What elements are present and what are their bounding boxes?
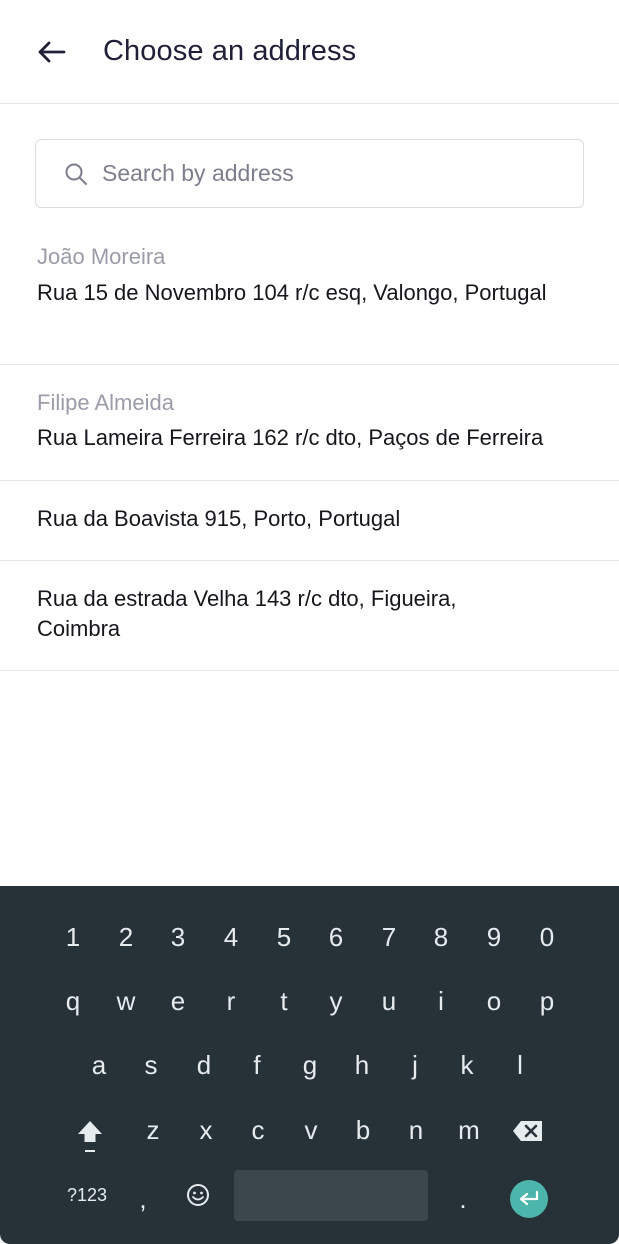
shift-icon: [78, 1121, 102, 1152]
key-w[interactable]: w: [100, 981, 152, 1021]
key-1[interactable]: 1: [47, 917, 99, 957]
key-o[interactable]: o: [468, 981, 520, 1021]
search-box[interactable]: [35, 139, 584, 208]
arrow-left-icon: [38, 41, 66, 63]
key-period[interactable]: .: [437, 1179, 489, 1219]
address-item-filipe-almeida[interactable]: Filipe Almeida Rua Lameira Ferreira 162 …: [0, 365, 619, 481]
key-z[interactable]: z: [127, 1110, 179, 1150]
key-5[interactable]: 5: [258, 917, 310, 957]
key-a[interactable]: a: [73, 1045, 125, 1085]
key-q[interactable]: q: [47, 981, 99, 1021]
key-p[interactable]: p: [521, 981, 573, 1021]
key-2[interactable]: 2: [100, 917, 152, 957]
key-i[interactable]: i: [415, 981, 467, 1021]
emoji-icon: [187, 1184, 209, 1206]
address-contact-name: João Moreira: [37, 244, 166, 269]
key-v[interactable]: v: [285, 1110, 337, 1150]
key-l[interactable]: l: [494, 1045, 546, 1085]
address-text: Rua da Boavista 915, Porto, Portugal: [37, 506, 401, 531]
backspace-key[interactable]: [508, 1116, 548, 1146]
space-key[interactable]: [234, 1170, 428, 1221]
address-text: Rua da estrada Velha 143 r/c dto, Figuei…: [37, 586, 457, 641]
key-h[interactable]: h: [336, 1045, 388, 1085]
key-7[interactable]: 7: [363, 917, 415, 957]
key-m[interactable]: m: [443, 1110, 495, 1150]
page-title: Choose an address: [103, 35, 357, 67]
key-n[interactable]: n: [390, 1110, 442, 1150]
key-b[interactable]: b: [337, 1110, 389, 1150]
back-button[interactable]: [30, 32, 72, 72]
key-u[interactable]: u: [363, 981, 415, 1021]
key-e[interactable]: e: [152, 981, 204, 1021]
key-t[interactable]: t: [258, 981, 310, 1021]
key-r[interactable]: r: [205, 981, 257, 1021]
soft-keyboard: 1 2 3 4 5 6 7 8 9 0 q w e r t y u i o p …: [0, 886, 619, 1244]
address-contact-name: Filipe Almeida: [37, 390, 174, 415]
key-8[interactable]: 8: [415, 917, 467, 957]
key-6[interactable]: 6: [310, 917, 362, 957]
address-item-boavista[interactable]: Rua da Boavista 915, Porto, Portugal: [0, 481, 619, 561]
search-icon: [65, 163, 87, 185]
address-item-estrada-velha[interactable]: Rua da estrada Velha 143 r/c dto, Figuei…: [0, 561, 619, 671]
key-f[interactable]: f: [231, 1045, 283, 1085]
enter-icon: [519, 1190, 539, 1206]
address-text: Rua Lameira Ferreira 162 r/c dto, Paços …: [37, 425, 544, 450]
key-x[interactable]: x: [180, 1110, 232, 1150]
key-3[interactable]: 3: [152, 917, 204, 957]
shift-key[interactable]: [70, 1114, 110, 1158]
key-9[interactable]: 9: [468, 917, 520, 957]
enter-key[interactable]: [510, 1180, 548, 1218]
key-comma[interactable]: ,: [117, 1179, 169, 1219]
key-j[interactable]: j: [389, 1045, 441, 1085]
key-g[interactable]: g: [284, 1045, 336, 1085]
key-s[interactable]: s: [125, 1045, 177, 1085]
search-input[interactable]: [102, 140, 571, 207]
address-text: Rua 15 de Novembro 104 r/c esq, Valongo,…: [37, 280, 547, 305]
key-d[interactable]: d: [178, 1045, 230, 1085]
key-k[interactable]: k: [441, 1045, 493, 1085]
key-c[interactable]: c: [232, 1110, 284, 1150]
key-4[interactable]: 4: [205, 917, 257, 957]
emoji-key[interactable]: [183, 1180, 213, 1210]
key-0[interactable]: 0: [521, 917, 573, 957]
app-header: Choose an address: [0, 0, 619, 104]
backspace-icon: [513, 1121, 542, 1141]
address-item-joao-moreira[interactable]: João Moreira Rua 15 de Novembro 104 r/c …: [0, 230, 619, 365]
symbols-key[interactable]: ?123: [57, 1175, 117, 1215]
key-y[interactable]: y: [310, 981, 362, 1021]
